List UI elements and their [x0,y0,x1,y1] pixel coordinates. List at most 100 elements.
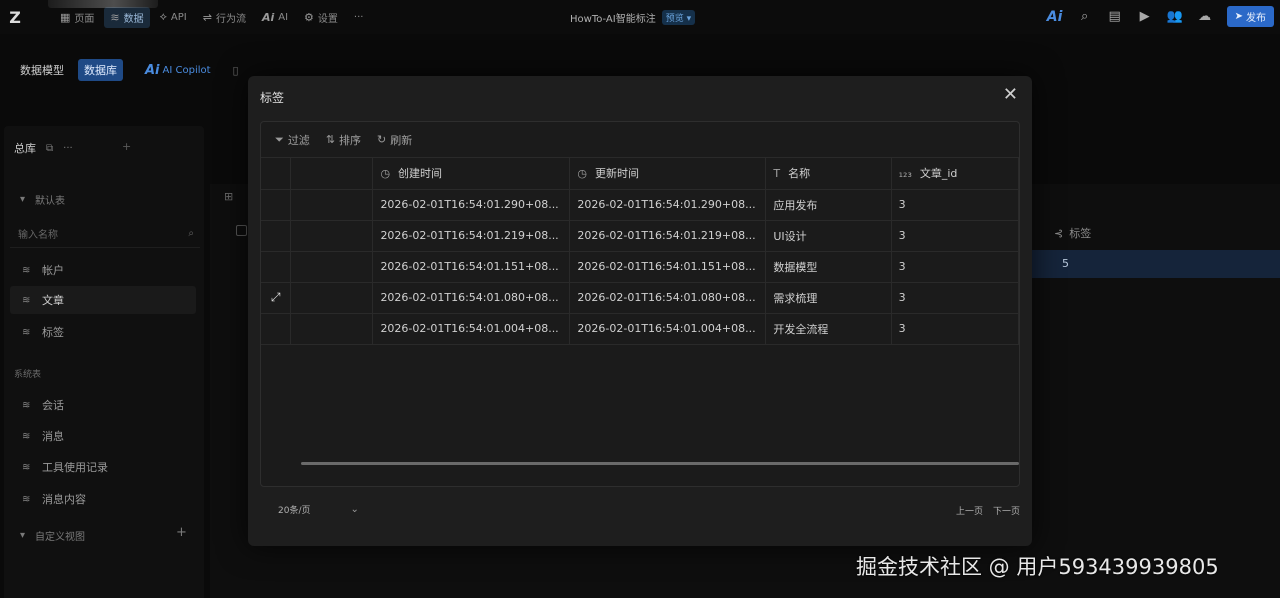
nav-ai[interactable]: Ai AI [256,8,294,27]
caret-down-icon: ▾ [20,194,26,205]
sidebar-item-sessions[interactable]: ≋ 会话 [10,391,196,419]
cell-tag-count[interactable]: 5 [1062,257,1069,270]
env-badge[interactable]: 预览 ▾ [661,10,696,25]
cell-name[interactable]: 开发全流程 [765,313,892,345]
group-system: 系统表 [14,370,42,380]
cell-updated[interactable]: 2026-02-01T16:54:01.004+08... [569,313,767,345]
column-header-name[interactable]: T 名称 [765,158,892,190]
play-icon[interactable]: ▶ [1137,9,1153,24]
row-expand-cell[interactable] [261,220,292,252]
cell-updated[interactable]: 2026-02-01T16:54:01.151+08... [569,251,767,283]
cell-article-id[interactable]: 3 [891,220,1019,252]
nav-pages[interactable]: ▦ 页面 [54,7,100,28]
sidebar-item-articles[interactable]: ≋ 文章 [10,286,196,314]
cloud-icon[interactable]: ☁ [1197,9,1213,24]
cell-article-id[interactable]: 3 [891,313,1019,345]
data-grid: ⏷ 过滤 ⇅ 排序 ↻ 刷新 ◷ 创建时间 ◷ 更新时间 T 名称 ₁₂₃ 文章_id [260,121,1020,487]
app-logo[interactable]: Z [6,8,24,27]
cell-name[interactable]: UI设计 [765,220,892,252]
cell-article-id[interactable]: 3 [891,282,1019,314]
next-page-button[interactable]: 下一页 [993,504,1020,517]
tags-table: ◷ 创建时间 ◷ 更新时间 T 名称 ₁₂₃ 文章_id 2026-02-01T16:5… [261,158,1019,345]
row-select-cell[interactable] [290,282,374,314]
users-icon[interactable]: 👥 [1167,9,1183,24]
workflow-icon: ⇌ [202,10,212,24]
column-header-updated[interactable]: ◷ 更新时间 [569,158,767,190]
cell-created[interactable]: 2026-02-01T16:54:01.219+08... [372,220,571,252]
add-record-icon[interactable]: ⊞ [224,190,233,203]
row-expand-cell[interactable] [261,189,292,221]
row-select-cell[interactable] [290,251,374,283]
cell-name[interactable]: 需求梳理 [765,282,892,314]
add-tab-icon[interactable]: + [122,140,131,153]
search-input[interactable]: 输入名称 [18,226,58,241]
select-all-checkbox[interactable] [236,225,247,236]
database-icon: ≋ [22,430,31,442]
expand-row-icon[interactable]: ⤢ [261,282,292,314]
ai-copilot-button[interactable]: Ai AI Copilot [145,63,211,78]
sidebar-title: 总库 [14,142,36,155]
more-menu[interactable]: ··· [348,9,370,26]
cell-updated[interactable]: 2026-02-01T16:54:01.080+08... [569,282,767,314]
group-default[interactable]: ▾ 默认表 [20,192,65,207]
more-icon[interactable]: ··· [63,143,73,154]
tab-database[interactable]: 数据库 [78,59,123,81]
sidebar-item-tags[interactable]: ≋ 标签 [10,318,196,346]
row-expand-cell[interactable] [261,251,292,283]
table-row[interactable]: 2026-02-01T16:54:01.219+08... 2026-02-01… [261,220,1019,252]
ai-assistant-icon[interactable]: Ai [1047,9,1063,25]
column-header-tags[interactable]: ⊰ 标签 [1054,225,1091,241]
nav-settings[interactable]: ⚙ 设置 [298,7,344,28]
table-search[interactable]: 输入名称 ⌕ [10,220,200,248]
cell-name[interactable]: 数据模型 [765,251,892,283]
publish-button[interactable]: ➤ 发布 [1226,6,1274,27]
nav-api[interactable]: ⟡ API [154,7,193,27]
sidebar-item-accounts[interactable]: ≋ 帐户 [10,256,196,284]
add-view-icon[interactable]: + [176,525,187,540]
table-row[interactable]: ⤢ 2026-02-01T16:54:01.080+08... 2026-02-… [261,282,1019,314]
cell-created[interactable]: 2026-02-01T16:54:01.080+08... [372,282,571,314]
group-custom-views[interactable]: ▾ 自定义视图 [20,528,85,543]
header-expand [261,158,292,190]
refresh-button[interactable]: ↻ 刷新 [377,132,412,148]
row-expand-cell[interactable] [261,313,292,345]
table-row[interactable]: 2026-02-01T16:54:01.151+08... 2026-02-01… [261,251,1019,283]
cell-created[interactable]: 2026-02-01T16:54:01.151+08... [372,251,571,283]
nav-workflow[interactable]: ⇌ 行为流 [197,7,252,28]
sort-button[interactable]: ⇅ 排序 [326,132,361,148]
search-icon: ⌕ [188,228,194,239]
project-title[interactable]: HowTo-AI智能标注 预览 ▾ [570,10,696,25]
cell-updated[interactable]: 2026-02-01T16:54:01.290+08... [569,189,767,221]
row-select-cell[interactable] [290,313,374,345]
cell-updated[interactable]: 2026-02-01T16:54:01.219+08... [569,220,767,252]
cell-created[interactable]: 2026-02-01T16:54:01.290+08... [372,189,571,221]
sidebar-item-tool-usage[interactable]: ≋ 工具使用记录 [10,453,196,481]
search-icon[interactable]: ⌕ [1077,9,1093,24]
column-header-article-id[interactable]: ₁₂₃ 文章_id [891,158,1019,190]
table-row[interactable]: 2026-02-01T16:54:01.004+08... 2026-02-01… [261,313,1019,345]
tab-data-model[interactable]: 数据模型 [14,59,70,81]
close-icon[interactable]: ✕ [1003,85,1018,105]
cell-article-id[interactable]: 3 [891,251,1019,283]
table-row[interactable]: 2026-02-01T16:54:01.290+08... 2026-02-01… [261,189,1019,221]
cell-article-id[interactable]: 3 [891,189,1019,221]
prev-page-button[interactable]: 上一页 [956,504,983,517]
horizontal-scrollbar[interactable] [301,462,1019,465]
sidebar-item-message-content[interactable]: ≋ 消息内容 [10,485,196,513]
cell-name[interactable]: 应用发布 [765,189,892,221]
brand-banner [48,0,158,8]
row-select-cell[interactable] [290,220,374,252]
book-icon[interactable]: ▯ [233,64,239,77]
page-size-select[interactable]: 20条/页 ⌄ [278,503,359,516]
selected-row[interactable] [1032,250,1280,278]
cell-created[interactable]: 2026-02-01T16:54:01.004+08... [372,313,571,345]
filter-button[interactable]: ⏷ 过滤 [275,132,310,148]
sidebar-item-messages[interactable]: ≋ 消息 [10,422,196,450]
column-header-created[interactable]: ◷ 创建时间 [372,158,571,190]
row-select-cell[interactable] [290,189,374,221]
database-icon: ≋ [22,461,31,473]
nav-data[interactable]: ≋ 数据 [104,6,150,28]
document-icon[interactable]: ▤ [1107,9,1123,24]
settings-icon: ⚙ [304,10,314,24]
external-link-icon[interactable]: ⧉ [46,143,53,154]
